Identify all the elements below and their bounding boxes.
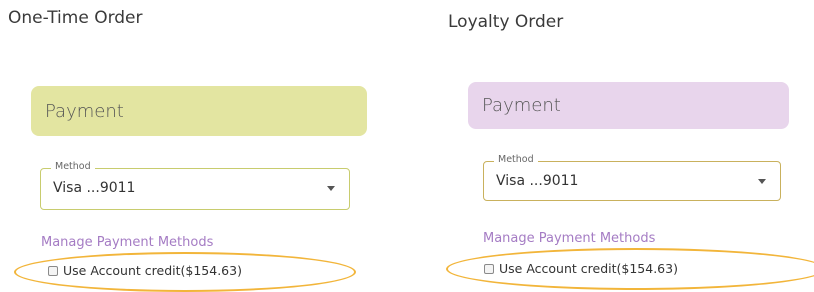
- chevron-down-icon[interactable]: [758, 179, 766, 184]
- loyalty-account-credit-checkbox[interactable]: [484, 263, 494, 274]
- account-credit-label: Use Account credit($154.63): [63, 263, 242, 278]
- method-legend: Method: [51, 161, 95, 173]
- one-time-method-select[interactable]: Method Visa ...9011: [40, 161, 350, 210]
- payment-header-label: Payment: [482, 95, 561, 116]
- account-credit-label: Use Account credit($154.63): [499, 261, 678, 276]
- one-time-manage-payment-methods-link[interactable]: Manage Payment Methods: [41, 235, 213, 250]
- loyalty-method-select[interactable]: Method Visa ...9011: [483, 154, 781, 201]
- loyalty-manage-payment-methods-link[interactable]: Manage Payment Methods: [483, 231, 655, 246]
- one-time-account-credit-checkbox[interactable]: [48, 265, 58, 276]
- loyalty-order-title: Loyalty Order: [448, 12, 564, 32]
- one-time-order-title: One-Time Order: [8, 8, 143, 28]
- method-legend: Method: [494, 154, 538, 166]
- loyalty-order-panel: Loyalty Order Payment Method Visa ...901…: [430, 0, 814, 290]
- one-time-order-panel: One-Time Order Payment Method Visa ...90…: [0, 0, 400, 292]
- loyalty-account-credit-row[interactable]: Use Account credit($154.63): [484, 261, 678, 276]
- payment-header-label: Payment: [45, 100, 124, 122]
- method-selected-value: Visa ...9011: [53, 180, 136, 196]
- chevron-down-icon[interactable]: [327, 186, 335, 191]
- one-time-account-credit-row[interactable]: Use Account credit($154.63): [48, 263, 242, 278]
- loyalty-payment-header: Payment: [468, 82, 789, 129]
- one-time-payment-header: Payment: [31, 86, 367, 136]
- method-selected-value: Visa ...9011: [496, 173, 579, 189]
